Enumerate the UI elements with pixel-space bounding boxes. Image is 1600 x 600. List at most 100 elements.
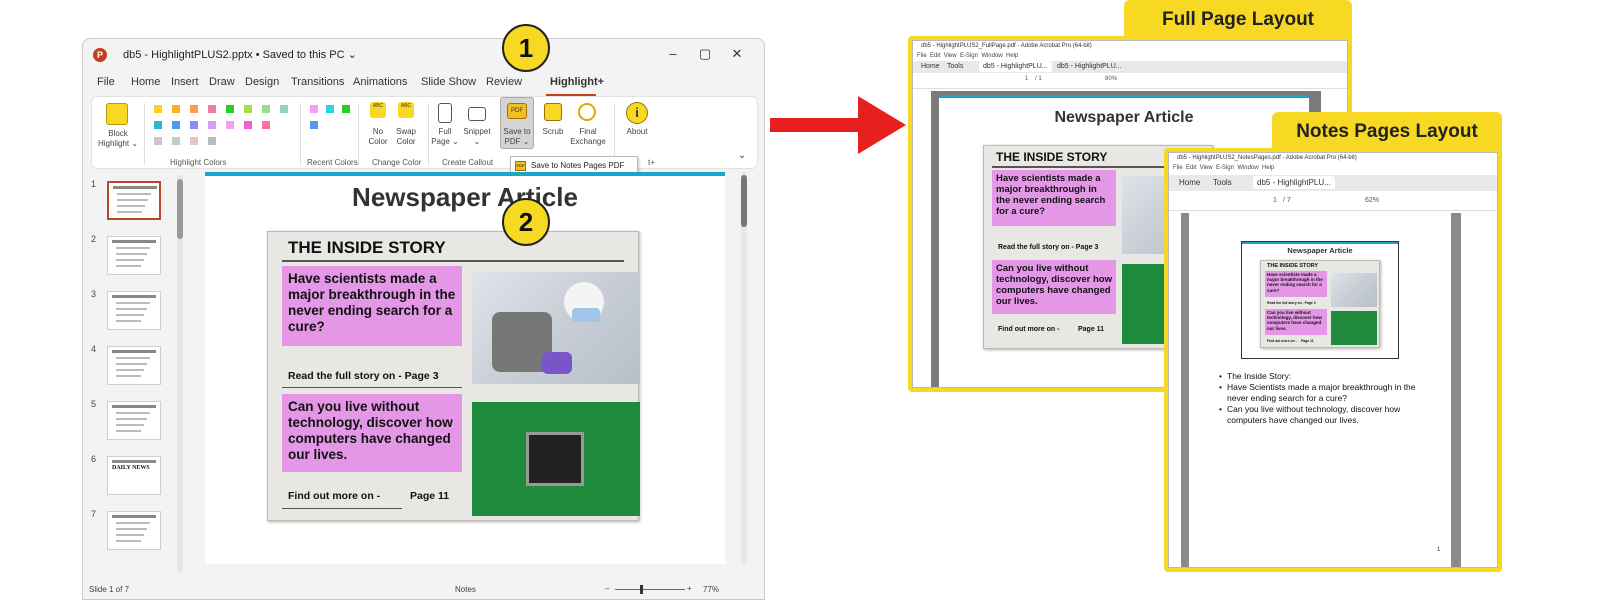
color-swatch[interactable] (226, 105, 234, 113)
zoom-out-button[interactable]: – (605, 584, 609, 593)
slide-scrollbar[interactable] (741, 172, 747, 564)
color-swatch[interactable] (208, 121, 216, 129)
zoom-in-button[interactable]: + (687, 584, 692, 593)
zoom-slider[interactable] (615, 589, 685, 590)
recent-color-swatch[interactable] (310, 121, 318, 129)
tab-document-1[interactable]: db5 - HighlightPLU... (979, 61, 1052, 72)
menu-view[interactable]: View (1200, 165, 1213, 171)
menu-view[interactable]: View (944, 53, 957, 59)
color-swatch[interactable] (154, 137, 162, 145)
scrub-button[interactable]: Scrub (538, 127, 568, 137)
color-swatch[interactable] (208, 137, 216, 145)
save-to-pdf-button[interactable]: Save to PDF ⌄ (498, 127, 536, 147)
final-exchange-button[interactable]: Final Exchange (570, 127, 606, 147)
menu-window[interactable]: Window (981, 53, 1002, 59)
color-swatch[interactable] (154, 105, 162, 113)
tab-slide-show[interactable]: Slide Show (421, 76, 476, 88)
tab-home[interactable]: Home (131, 76, 160, 88)
color-swatch[interactable] (208, 105, 216, 113)
recent-color-swatch[interactable] (342, 105, 350, 113)
thumbnail-text-line (116, 424, 144, 426)
tab-review[interactable]: Review (486, 76, 522, 88)
notes-button[interactable]: Notes (455, 585, 476, 594)
zoom-level[interactable]: 77% (703, 585, 719, 594)
menu-file[interactable]: File (1173, 165, 1183, 171)
color-swatch[interactable] (226, 121, 234, 129)
menu-esign[interactable]: E-Sign (1216, 165, 1234, 171)
color-swatch[interactable] (280, 105, 288, 113)
slide-scroll-thumb[interactable] (741, 175, 747, 227)
tab-home[interactable]: Home (917, 61, 944, 72)
block-highlight-button[interactable]: Block Highlight ⌄ (96, 129, 140, 149)
color-swatch[interactable] (172, 137, 180, 145)
tab-document[interactable]: db5 - HighlightPLU... (1253, 176, 1335, 189)
minimize-button[interactable]: – (663, 46, 683, 61)
snippet-button[interactable]: Snippet ⌄ (462, 127, 492, 147)
menu-esign[interactable]: E-Sign (960, 53, 978, 59)
circuit-chip-image (472, 402, 640, 516)
color-swatch[interactable] (190, 121, 198, 129)
acrobat-window-title: db5 - HighlightPLUS2_NotesPages.pdf - Ad… (1177, 155, 1357, 161)
color-swatch[interactable] (262, 105, 270, 113)
tab-transitions[interactable]: Transitions (291, 76, 344, 88)
ribbon-separator (358, 103, 359, 165)
tab-insert[interactable]: Insert (171, 76, 199, 88)
full-page-button[interactable]: Full Page ⌄ (430, 127, 460, 147)
menu-window[interactable]: Window (1237, 165, 1258, 171)
no-color-button[interactable]: No Color (364, 127, 392, 147)
color-swatch[interactable] (154, 121, 162, 129)
tab-tools[interactable]: Tools (1209, 176, 1236, 189)
slide-thumbnail-number: 7 (91, 509, 97, 519)
menu-help[interactable]: Help (1262, 165, 1274, 171)
color-swatch[interactable] (244, 121, 252, 129)
slide-thumbnail[interactable] (107, 401, 161, 440)
tab-file[interactable]: File (97, 76, 115, 88)
slide-canvas[interactable]: Newspaper Article THE INSIDE STORY Have … (205, 172, 725, 564)
slide-thumbnail[interactable] (107, 291, 161, 330)
zoom-slider-thumb[interactable] (640, 585, 643, 594)
color-swatch[interactable] (190, 105, 198, 113)
color-swatch[interactable] (172, 121, 180, 129)
tab-home[interactable]: Home (1175, 176, 1204, 189)
menu-edit[interactable]: Edit (930, 53, 940, 59)
color-swatch[interactable] (172, 105, 180, 113)
slide-thumbnail[interactable] (107, 511, 161, 550)
slide-thumbnail[interactable] (107, 346, 161, 385)
color-swatch[interactable] (262, 121, 270, 129)
ribbon-separator (300, 103, 301, 165)
slide-thumbnail[interactable]: DAILY NEWS (107, 456, 161, 495)
ribbon-tabs: File Home Insert Draw Design Transitions… (83, 76, 764, 94)
slide-thumbnail-number: 5 (91, 399, 97, 409)
color-swatch[interactable] (190, 137, 198, 145)
save-notes-pages-pdf-item[interactable]: Save to Notes Pages PDF (531, 161, 624, 170)
about-button[interactable]: About (620, 127, 654, 137)
color-swatch[interactable] (244, 105, 252, 113)
slide-count: Slide 1 of 7 (89, 585, 130, 594)
tab-highlight-plus[interactable]: Highlight+ (550, 76, 604, 88)
recent-color-swatch[interactable] (326, 105, 334, 113)
menu-edit[interactable]: Edit (1186, 165, 1196, 171)
tab-document-2[interactable]: db5 - HighlightPLU... (1053, 61, 1126, 72)
maximize-button[interactable]: ▢ (695, 46, 715, 62)
zoom-field[interactable]: 62% (1365, 197, 1379, 204)
tab-animations[interactable]: Animations (353, 76, 407, 88)
scientist-microscope-image (472, 272, 640, 384)
thumbnail-text-line (117, 205, 145, 207)
tab-tools[interactable]: Tools (943, 61, 967, 72)
recent-color-swatch[interactable] (310, 105, 318, 113)
thumbnail-title-line (112, 405, 156, 408)
collapse-ribbon-icon[interactable]: ⌄ (736, 151, 748, 161)
menu-help[interactable]: Help (1006, 53, 1018, 59)
page-number-field[interactable]: 1 (1273, 197, 1277, 204)
thumbnail-text-line (116, 534, 144, 536)
tab-design[interactable]: Design (245, 76, 279, 88)
tab-draw[interactable]: Draw (209, 76, 235, 88)
zoom-field[interactable]: 80% (1105, 76, 1117, 82)
slide-thumbnail[interactable] (107, 181, 161, 220)
thumbnail-scroll-thumb[interactable] (177, 179, 183, 239)
page-number-field[interactable]: 1 (1025, 76, 1028, 82)
menu-file[interactable]: File (917, 53, 927, 59)
close-button[interactable]: ✕ (727, 46, 747, 62)
swap-color-button[interactable]: Swap Color (392, 127, 420, 147)
slide-thumbnail[interactable] (107, 236, 161, 275)
